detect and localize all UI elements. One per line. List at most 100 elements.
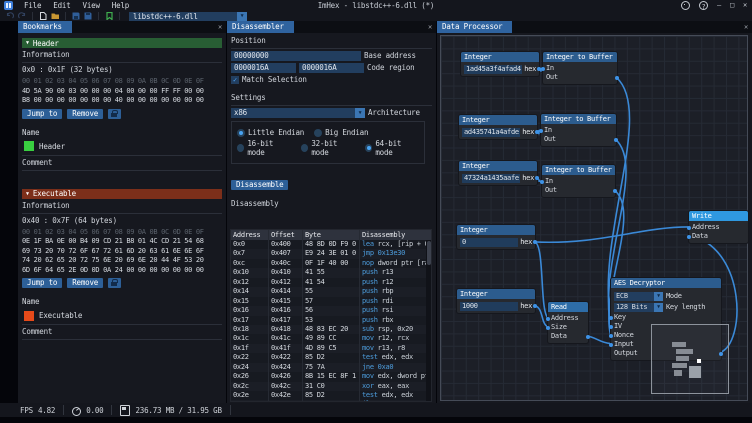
bookmark-color-swatch[interactable] <box>24 141 34 151</box>
node-int-to-buffer-1[interactable]: Integer to Buffer In Out <box>543 52 617 84</box>
tab-data-processor[interactable]: Data Processor <box>437 21 512 33</box>
bookmark-color-swatch[interactable] <box>24 311 34 321</box>
redo-icon[interactable] <box>18 12 26 20</box>
column-offset[interactable]: Offset <box>269 230 303 240</box>
disassembly-row[interactable]: 0x240x42475 7Ajne 0xa0 <box>231 363 431 372</box>
disassembly-row[interactable]: 0x160x41656push rsi <box>231 306 431 315</box>
output-port[interactable] <box>533 304 537 308</box>
table-scrollbar[interactable] <box>426 240 431 401</box>
aes-mode-dropdown[interactable]: ECB ▼ <box>614 292 663 301</box>
help-icon[interactable]: ? <box>699 1 708 10</box>
output-port[interactable] <box>614 138 618 142</box>
disassembly-row[interactable]: 0x1c0x41c49 89 CCmov r12, rcx <box>231 334 431 343</box>
node-title[interactable]: Integer to Buffer <box>543 52 617 62</box>
output-port[interactable] <box>615 76 619 80</box>
bookmark-icon[interactable] <box>105 12 113 20</box>
input-port[interactable] <box>687 235 691 239</box>
disassembly-row[interactable]: 0x1f0x41f4D 89 C5mov r13, r8 <box>231 344 431 353</box>
node-title[interactable]: Write <box>689 211 748 221</box>
node-title[interactable]: Integer to Buffer <box>542 165 615 175</box>
column-byte[interactable]: Byte <box>303 230 360 240</box>
lock-icon[interactable] <box>108 278 121 288</box>
close-icon[interactable]: ✕ <box>740 23 752 31</box>
node-title[interactable]: Integer <box>461 52 539 62</box>
column-address[interactable]: Address <box>231 230 269 240</box>
integer-value-input[interactable]: 1ad45a3f4afad4 <box>464 65 522 74</box>
bookmark-header-collapsible[interactable]: ▼ Header <box>22 38 222 48</box>
node-read[interactable]: Read Address Size Data <box>548 302 588 343</box>
node-int-to-buffer-3[interactable]: Integer to Buffer In Out <box>542 165 615 197</box>
base-address-input[interactable]: 00000000 <box>231 51 361 61</box>
chevron-down-icon[interactable]: ▼ <box>654 292 663 301</box>
bookmark-header-collapsible[interactable]: ▼ Executable <box>22 189 222 199</box>
node-title[interactable]: AES Decryptor <box>611 278 721 288</box>
input-port[interactable] <box>687 226 691 230</box>
chevron-down-icon[interactable]: ▼ <box>654 303 663 312</box>
disassembly-row[interactable]: 0x300x4307E 5Ejle 0x90 <box>231 400 431 402</box>
output-port[interactable] <box>533 240 537 244</box>
radio-big-endian[interactable]: Big Endian <box>314 128 368 137</box>
scrollbar-thumb[interactable] <box>427 241 431 265</box>
tab-disassembler[interactable]: Disassembler <box>227 21 294 33</box>
save-as-icon[interactable] <box>84 12 92 20</box>
lock-icon[interactable] <box>108 109 121 119</box>
input-port[interactable] <box>546 326 550 330</box>
input-port[interactable] <box>609 325 613 329</box>
graph-minimap[interactable] <box>651 324 729 394</box>
input-port[interactable] <box>609 343 613 347</box>
column-disassembly[interactable]: Disassembly <box>360 230 431 240</box>
undo-icon[interactable] <box>6 12 14 20</box>
aes-keylength-dropdown[interactable]: 128 Bits ▼ <box>614 303 663 312</box>
node-integer-1[interactable]: Integer 1ad45a3f4afad4 hex <box>461 52 539 76</box>
match-selection-checkbox[interactable]: ✓ <box>231 76 239 84</box>
radio-64bit-mode[interactable]: 64-bit mode <box>365 139 419 157</box>
input-port[interactable] <box>546 317 550 321</box>
integer-value-input[interactable]: 1000 <box>460 302 518 311</box>
disassembly-row[interactable]: 0x140x41455push rbp <box>231 287 431 296</box>
menu-help[interactable]: Help <box>106 0 135 11</box>
bookmark-name-input[interactable]: Header <box>39 142 65 151</box>
disassembly-row[interactable]: 0x70x407E9 24 3E 01 0jmp 0x13e30 <box>231 249 431 258</box>
jump-to-button[interactable]: Jump to <box>22 278 62 288</box>
node-write[interactable]: Write Address Data <box>689 211 748 243</box>
radio-little-endian[interactable]: Little Endian <box>237 128 304 137</box>
menu-view[interactable]: View <box>77 0 106 11</box>
output-port[interactable] <box>613 189 617 193</box>
node-integer-5[interactable]: Integer 1000 hex <box>457 289 535 313</box>
input-port[interactable] <box>541 67 545 71</box>
save-icon[interactable] <box>72 12 80 20</box>
input-port[interactable] <box>540 180 544 184</box>
minimize-button[interactable]: — <box>717 0 721 11</box>
disassembly-row[interactable]: 0x2c0x42c31 C0xor eax, eax <box>231 382 431 391</box>
bookmark-name-input[interactable]: Executable <box>39 311 82 320</box>
new-file-icon[interactable] <box>39 12 47 20</box>
node-title[interactable]: Integer <box>457 225 535 235</box>
node-integer-3[interactable]: Integer 47324a1435aafe hex <box>459 161 537 185</box>
disassembly-row[interactable]: 0x120x41241 54push r12 <box>231 278 431 287</box>
chevron-down-icon[interactable]: ▼ <box>355 108 365 118</box>
node-integer-4[interactable]: Integer 0 hex <box>457 225 535 249</box>
disassembly-row[interactable]: 0xc0x40c0F 1F 40 00nop dword ptr [rax] <box>231 259 431 268</box>
close-icon[interactable]: ✕ <box>214 23 226 31</box>
node-title[interactable]: Integer <box>457 289 535 299</box>
integer-value-input[interactable]: ad435741a4afde <box>462 128 520 137</box>
disassembly-row[interactable]: 0x00x40048 8D 0D F9 0lea rcx, [rip + 0x1… <box>231 240 431 249</box>
code-region-start-input[interactable]: 0000016A <box>231 63 296 73</box>
open-folder-icon[interactable] <box>51 12 59 20</box>
menu-file[interactable]: File <box>18 0 47 11</box>
disassembly-row[interactable]: 0x100x41041 55push r13 <box>231 268 431 277</box>
input-port[interactable] <box>609 316 613 320</box>
node-title[interactable]: Read <box>548 302 588 312</box>
input-port[interactable] <box>609 334 613 338</box>
close-button[interactable]: ✕ <box>743 0 747 11</box>
radio-32bit-mode[interactable]: 32-bit mode <box>301 139 355 157</box>
node-title[interactable]: Integer <box>459 115 537 125</box>
disassembly-row[interactable]: 0x180x41848 83 EC 20sub rsp, 0x20 <box>231 325 431 334</box>
maximize-button[interactable]: □ <box>730 0 734 11</box>
radio-16bit-mode[interactable]: 16-bit mode <box>237 139 291 157</box>
close-icon[interactable]: ✕ <box>424 23 436 31</box>
remove-button[interactable]: Remove <box>67 109 103 119</box>
node-int-to-buffer-2[interactable]: Integer to Buffer In Out <box>541 114 616 146</box>
file-selector-dropdown[interactable]: libstdc++-6.dll ▼ <box>129 12 247 21</box>
node-title[interactable]: Integer to Buffer <box>541 114 616 124</box>
